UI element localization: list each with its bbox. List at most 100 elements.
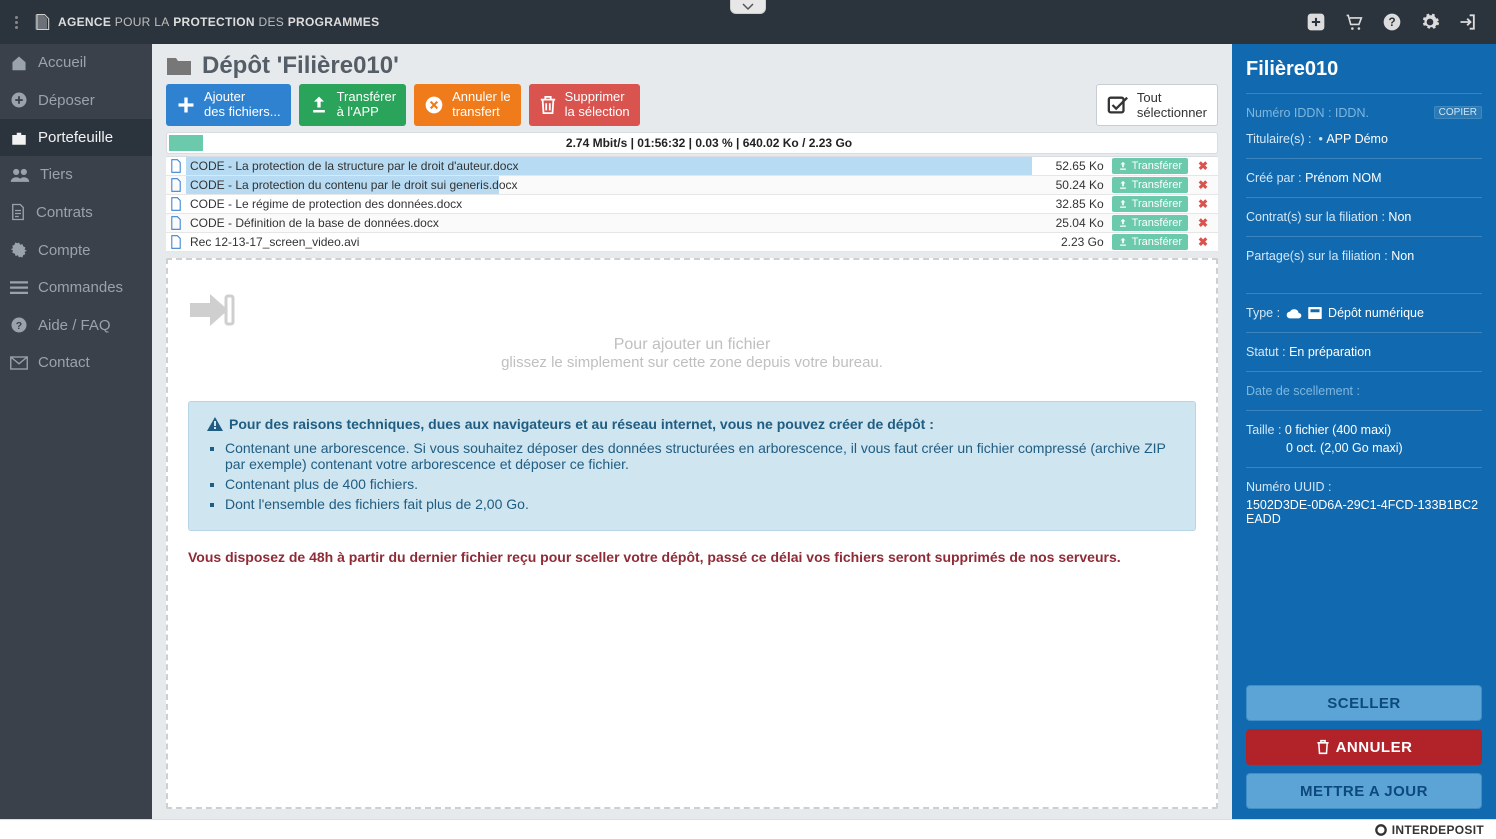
- file-transfer-button[interactable]: Transférer: [1112, 158, 1188, 174]
- file-name: CODE - La protection du contenu par le d…: [190, 178, 518, 192]
- dropzone[interactable]: Pour ajouter un fichier glissez le simpl…: [166, 258, 1218, 809]
- copy-iddn-button[interactable]: COPIER: [1434, 106, 1482, 119]
- file-delete-button[interactable]: ✖: [1188, 197, 1218, 211]
- page-title: Dépôt 'Filière010': [166, 52, 1218, 80]
- sidebar-item-contact[interactable]: Contact: [0, 344, 152, 381]
- cancel-button[interactable]: ANNULER: [1246, 729, 1482, 765]
- file-size: 52.65 Ko: [1032, 159, 1112, 173]
- seal-date-label: Date de scellement :: [1246, 384, 1482, 398]
- transfer-button[interactable]: Transférerà l'APP: [299, 84, 406, 126]
- file-row[interactable]: CODE - Définition de la base de données.…: [166, 214, 1218, 233]
- file-transfer-button[interactable]: Transférer: [1112, 177, 1188, 193]
- share-label: Partage(s) sur la filiation :: [1246, 249, 1388, 263]
- size-bytes: 0 oct. (2,00 Go maxi): [1246, 441, 1482, 455]
- toolbar: Ajouterdes fichiers... Transférerà l'APP…: [166, 84, 1218, 126]
- sidebar-item-label: Tiers: [40, 166, 73, 183]
- gear-icon: [10, 241, 28, 259]
- tech-alert: Pour des raisons techniques, dues aux na…: [188, 401, 1196, 531]
- type-label: Type :: [1246, 306, 1280, 320]
- status-value: En préparation: [1289, 345, 1371, 359]
- file-row[interactable]: CODE - Le régime de protection des donné…: [166, 195, 1218, 214]
- select-all-button[interactable]: Toutsélectionner: [1096, 84, 1218, 126]
- cart-icon[interactable]: [1344, 13, 1364, 31]
- gear-icon[interactable]: [1420, 12, 1440, 32]
- sidebar-item-aide[interactable]: ? Aide / FAQ: [0, 306, 152, 344]
- status-label: Statut :: [1246, 345, 1286, 359]
- file-delete-button[interactable]: ✖: [1188, 235, 1218, 249]
- save-button[interactable]: METTRE A JOUR: [1246, 773, 1482, 809]
- file-transfer-button[interactable]: Transférer: [1112, 234, 1188, 250]
- contract-value: Non: [1388, 210, 1411, 224]
- alert-item: Dont l'ensemble des fichiers fait plus d…: [225, 496, 1177, 512]
- briefcase-icon: [10, 130, 28, 146]
- sidebar-item-label: Portefeuille: [38, 129, 113, 146]
- add-icon[interactable]: [1306, 12, 1326, 32]
- file-name: CODE - Le régime de protection des donné…: [190, 197, 462, 211]
- menu-dots-icon[interactable]: [6, 16, 26, 29]
- add-files-button[interactable]: Ajouterdes fichiers...: [166, 84, 291, 126]
- file-list: CODE - La protection de la structure par…: [166, 156, 1218, 252]
- dropzone-hint: Pour ajouter un fichier: [188, 336, 1196, 354]
- file-size: 50.24 Ko: [1032, 178, 1112, 192]
- sidebar-item-compte[interactable]: Compte: [0, 231, 152, 269]
- alert-item: Contenant une arborescence. Si vous souh…: [225, 440, 1177, 472]
- alert-item: Contenant plus de 400 fichiers.: [225, 476, 1177, 492]
- sidebar-item-label: Accueil: [38, 54, 86, 71]
- upload-icon: [1118, 199, 1128, 209]
- sidebar-item-label: Contact: [38, 354, 90, 371]
- sidebar-item-label: Compte: [38, 242, 91, 259]
- upload-icon: [1118, 218, 1128, 228]
- warning-icon: [207, 417, 223, 431]
- svg-text:?: ?: [16, 320, 22, 332]
- file-icon: [166, 235, 186, 249]
- cancel-icon: [424, 95, 444, 115]
- upload-icon: [1118, 180, 1128, 190]
- seal-button[interactable]: SCELLER: [1246, 685, 1482, 721]
- delete-selection-button[interactable]: Supprimerla sélection: [529, 84, 640, 126]
- sidebar-item-commandes[interactable]: Commandes: [0, 269, 152, 306]
- sidebar-item-tiers[interactable]: Tiers: [0, 156, 152, 193]
- home-icon: [10, 55, 28, 71]
- sidebar-item-label: Aide / FAQ: [38, 317, 111, 334]
- file-delete-button[interactable]: ✖: [1188, 178, 1218, 192]
- size-label: Taille :: [1246, 423, 1281, 437]
- help-icon[interactable]: ?: [1382, 12, 1402, 32]
- brand: AGENCE POUR LA PROTECTION DES PROGRAMMES: [32, 12, 379, 32]
- ring-icon: [1374, 823, 1388, 837]
- iddn-value: IDDN.: [1335, 106, 1369, 120]
- dropzone-hint-sub: glissez le simplement sur cette zone dep…: [188, 354, 1196, 371]
- file-delete-button[interactable]: ✖: [1188, 159, 1218, 173]
- cancel-transfer-button[interactable]: Annuler letransfert: [414, 84, 521, 126]
- file-icon: [166, 216, 186, 230]
- file-row[interactable]: Rec 12-13-17_screen_video.avi 2.23 Go Tr…: [166, 233, 1218, 252]
- file-transfer-button[interactable]: Transférer: [1112, 196, 1188, 212]
- upload-icon: [309, 95, 329, 115]
- cloud-icon: [1286, 307, 1302, 319]
- sidebar-item-accueil[interactable]: Accueil: [0, 44, 152, 81]
- file-transfer-button[interactable]: Transférer: [1112, 215, 1188, 231]
- logout-icon[interactable]: [1458, 12, 1478, 32]
- file-delete-button[interactable]: ✖: [1188, 216, 1218, 230]
- collapse-toggle[interactable]: [730, 0, 766, 14]
- sidebar-item-deposer[interactable]: Déposer: [0, 81, 152, 119]
- document-icon: [10, 203, 26, 221]
- size-files: 0 fichier (400 maxi): [1285, 423, 1391, 437]
- progress-text: 2.74 Mbit/s | 01:56:32 | 0.03 % | 640.02…: [203, 136, 1215, 150]
- file-row[interactable]: CODE - La protection du contenu par le d…: [166, 176, 1218, 195]
- sidebar-item-contrats[interactable]: Contrats: [0, 193, 152, 231]
- sidebar-item-portefeuille[interactable]: Portefeuille: [0, 119, 152, 156]
- type-value: Dépôt numérique: [1328, 306, 1424, 320]
- iddn-label: Numéro IDDN :: [1246, 106, 1331, 120]
- file-name: CODE - La protection de la structure par…: [190, 159, 518, 173]
- file-name: Rec 12-13-17_screen_video.avi: [190, 235, 359, 249]
- retention-warning: Vous disposez de 48h à partir du dernier…: [188, 549, 1196, 565]
- file-icon: [166, 197, 186, 211]
- file-name: CODE - Définition de la base de données.…: [190, 216, 439, 230]
- upload-icon: [1118, 237, 1128, 247]
- help-icon: ?: [10, 316, 28, 334]
- upload-icon: [1118, 161, 1128, 171]
- sidebar: Accueil Déposer Portefeuille Tiers Contr…: [0, 44, 152, 819]
- trash-icon: [539, 95, 557, 115]
- file-row[interactable]: CODE - La protection de la structure par…: [166, 157, 1218, 176]
- global-progress: 2.74 Mbit/s | 01:56:32 | 0.03 % | 640.02…: [166, 132, 1218, 154]
